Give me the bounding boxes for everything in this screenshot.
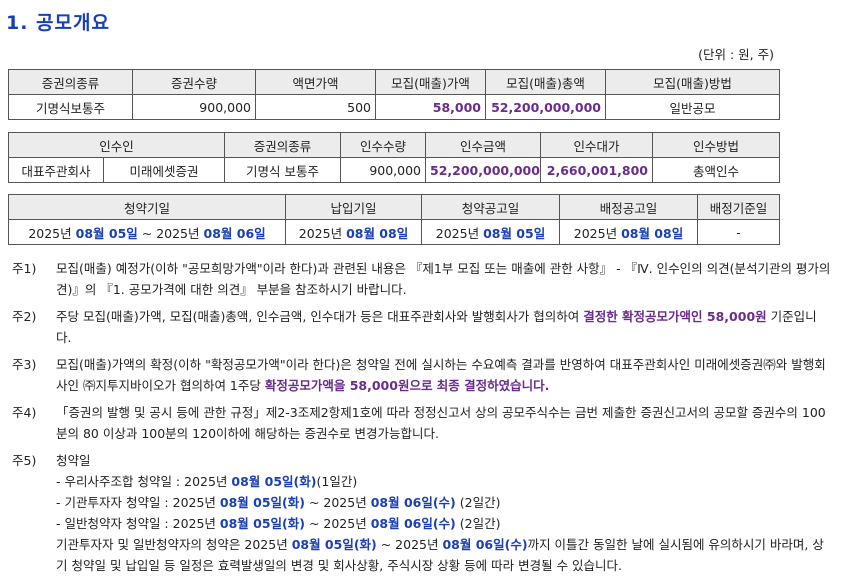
cell-offer-total: 52,200,000,000 [485,94,606,120]
header-underwriter: 인수인 [7,132,226,158]
header-quantity: 증권수량 [132,69,256,95]
footnote-4: 주4) 「증권의 발행 및 공시 등에 관한 규정」제2-3조제2항제1호에 따… [12,402,832,444]
footnote-label: 주4) [12,405,37,420]
unit-label: (단위 : 원, 주) [698,47,774,62]
footnote-1: 주1) 모집(매출) 예정가(이하 "공모희망가액"이라 한다)과 관련된 내용… [12,258,832,300]
header-allocation-notice: 배정공고일 [559,194,698,220]
list-item: - 일반청약자 청약일 : 2025년 08월 05일(화) ~ 2025년 0… [56,516,501,531]
header-underwritten-amount: 인수금액 [425,132,542,158]
header-par-value: 액면가액 [255,69,376,95]
footnote-5: 주5) 청약일 - 우리사주조합 청약일 : 2025년 08월 05일(화)(… [12,450,832,576]
footnote-text: 「증권의 발행 및 공시 등에 관한 규정」제2-3조제2항제1호에 따라 정정… [56,405,826,441]
underwriter-header-row: 인수인 증권의종류 인수수량 인수금액 인수대가 인수방법 [7,132,781,158]
header-underwriting-method: 인수방법 [652,132,781,158]
footnote-heading: 청약일 [56,453,91,468]
section-title: 1. 공모개요 [6,12,110,34]
cell-subscription-date: 2025년 08월 05일 ~ 2025년 08월 06일 [8,219,286,245]
cell-quantity: 900,000 [132,94,256,120]
header-underwriting-fee: 인수대가 [540,132,654,158]
header-offer-price: 모집(매출)가액 [375,69,486,95]
highlight-text: 결정한 확정공모가액인 58,000원 [583,309,767,324]
cell-underwriter-name: 미래에셋증권 [102,157,226,183]
footnote-3: 주3) 모집(매출)가액의 확정(이하 "확정공모가액"이라 한다)은 청약일 … [12,354,832,396]
header-offer-method: 모집(매출)방법 [605,69,780,95]
table-row: 기명식보통주 900,000 500 58,000 52,200,000,000… [8,94,780,120]
cell-subscription-notice: 2025년 08월 05일 [421,219,560,245]
highlight-text: 확정공모가액을 58,000원으로 최종 결정하였습니다. [264,378,550,393]
footnote-label: 주2) [12,309,37,324]
cell-underwritten-qty: 900,000 [340,157,427,183]
cell-par-value: 500 [255,94,376,120]
schedule-table: 청약기일 납입기일 청약공고일 배정공고일 배정기준일 2025년 08월 05… [8,194,780,245]
footnote-text: 기관투자자 및 일반청약자의 청약은 2025년 08월 05일(화) ~ 20… [56,537,824,573]
list-item: - 기관투자자 청약일 : 2025년 08월 05일(화) ~ 2025년 0… [56,495,501,510]
cell-offer-price: 58,000 [375,94,486,120]
header-security-type: 증권의종류 [224,132,342,158]
cell-security-type: 기명식 보통주 [224,157,342,183]
footnote-label: 주3) [12,357,37,372]
footnote-label: 주5) [12,453,37,468]
offering-header-row: 증권의종류 증권수량 액면가액 모집(매출)가액 모집(매출)총액 모집(매출)… [8,69,780,95]
header-security-type: 증권의종류 [8,69,133,95]
header-subscription-notice: 청약공고일 [421,194,560,220]
cell-role: 대표주관회사 [8,157,104,183]
cell-payment-date: 2025년 08월 08일 [285,219,422,245]
header-offer-total: 모집(매출)총액 [485,69,606,95]
header-underwritten-qty: 인수수량 [340,132,427,158]
header-allocation-base: 배정기준일 [697,194,780,220]
table-row: 2025년 08월 05일 ~ 2025년 08월 06일 2025년 08월 … [8,219,780,245]
cell-allocation-notice: 2025년 08월 08일 [559,219,698,245]
cell-underwriting-method: 총액인수 [652,157,781,183]
table-row: 대표주관회사 미래에셋증권 기명식 보통주 900,000 52,200,000… [8,157,781,183]
cell-underwritten-amount: 52,200,000,000 [425,157,542,183]
footnote-label: 주1) [12,261,37,276]
footnote-2: 주2) 주당 모집(매출)가액, 모집(매출)총액, 인수금액, 인수대가 등은… [12,306,832,348]
cell-security-type: 기명식보통주 [8,94,133,120]
list-item: - 우리사주조합 청약일 : 2025년 08월 05일(화)(1일간) [56,474,358,489]
cell-underwriting-fee: 2,660,001,800 [540,157,654,183]
footnote-text: 모집(매출) 예정가(이하 "공모희망가액"이라 한다)과 관련된 내용은 『제… [56,261,831,297]
schedule-header-row: 청약기일 납입기일 청약공고일 배정공고일 배정기준일 [8,194,780,220]
cell-allocation-base: - [697,219,780,245]
underwriter-table: 인수인 증권의종류 인수수량 인수금액 인수대가 인수방법 대표주관회사 미래에… [7,132,781,183]
offering-table: 증권의종류 증권수량 액면가액 모집(매출)가액 모집(매출)총액 모집(매출)… [8,69,780,120]
header-subscription-date: 청약기일 [8,194,286,220]
header-payment-date: 납입기일 [285,194,422,220]
footnotes: 주1) 모집(매출) 예정가(이하 "공모희망가액"이라 한다)과 관련된 내용… [12,258,832,582]
cell-offer-method: 일반공모 [605,94,780,120]
